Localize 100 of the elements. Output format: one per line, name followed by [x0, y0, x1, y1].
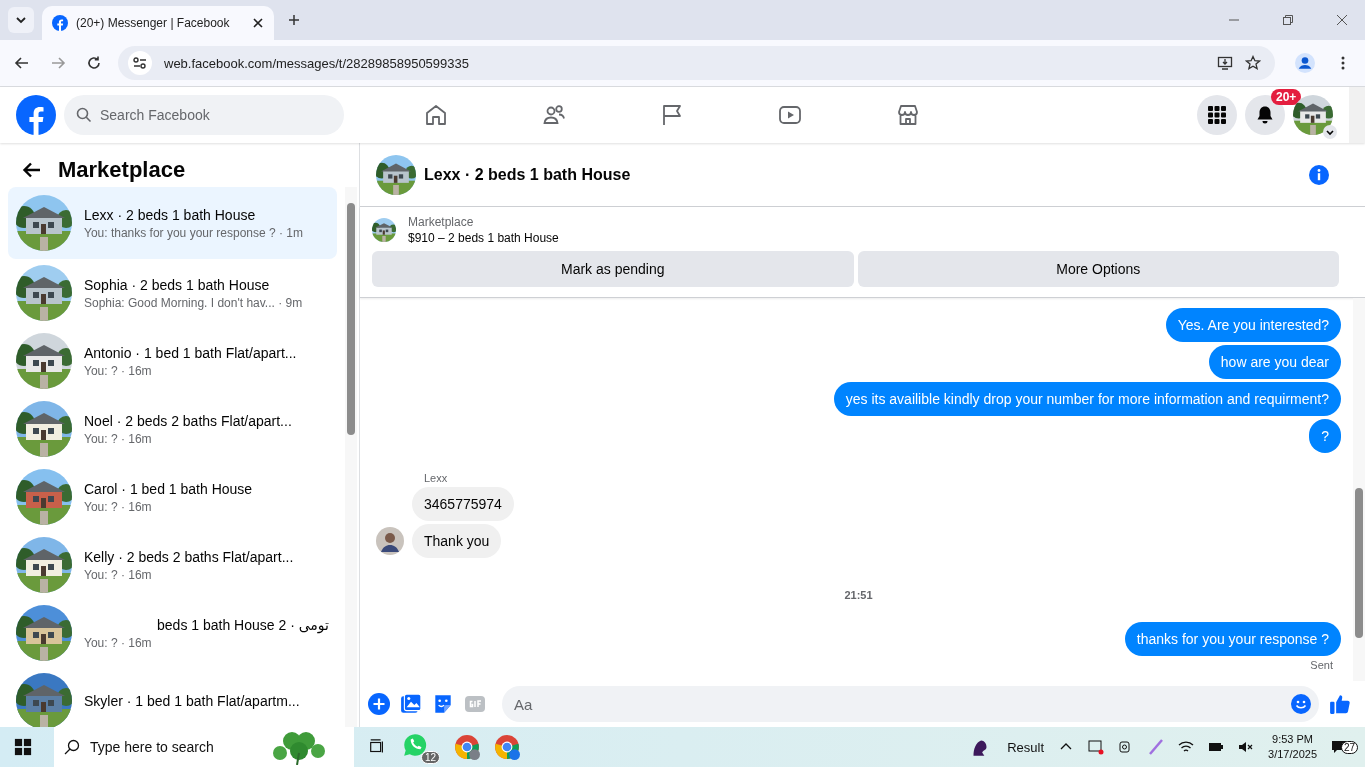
sent-message: yes its availible kindly drop your number for more information and requirment?	[833, 382, 1341, 416]
conversation-item[interactable]: Noel · 2 beds 2 baths Flat/apart... You: ? · 16m	[8, 395, 337, 463]
conversation-item[interactable]: Lexx · 2 beds 1 bath House You: thanks for you your response ? · 1m	[8, 187, 337, 259]
notification-center[interactable]: 27	[1331, 739, 1359, 755]
delivery-status: Sent	[1310, 659, 1333, 671]
search-placeholder: Search Facebook	[100, 107, 210, 123]
flag-icon[interactable]	[660, 103, 684, 127]
conversation-item[interactable]: Sophia · 2 beds 1 bath House Sophia: Good Morning. I don't hav... · 9m	[8, 259, 337, 327]
conversation-title: تومی · 2 beds 1 bath House	[156, 616, 329, 633]
notification-count: 27	[1341, 741, 1359, 754]
emoji-icon[interactable]	[1291, 694, 1311, 714]
close-icon[interactable]	[252, 17, 264, 29]
back-arrow-icon[interactable]	[22, 160, 42, 180]
chevron-down-icon	[15, 14, 27, 26]
add-icon[interactable]	[368, 693, 390, 715]
browser-tab[interactable]: (20+) Messenger | Facebook	[42, 6, 274, 40]
bookmark-star-icon[interactable]	[1245, 55, 1261, 71]
sent-message: Yes. Are you interested?	[1165, 308, 1341, 342]
sent-message: how are you dear	[1208, 345, 1341, 379]
message-input[interactable]: Aa	[502, 686, 1319, 722]
notification-badge: 20+	[1271, 89, 1302, 105]
conversation-item[interactable]: Carol · 1 bed 1 bath House You: ? · 16m	[8, 463, 337, 531]
new-tab-icon[interactable]	[288, 14, 300, 26]
message-preview: You: ? · 16m	[84, 363, 153, 378]
taskbar-search-field[interactable]: Type here to search	[54, 727, 354, 767]
sent-message: ?	[1309, 419, 1341, 453]
message-preview: You: ? · 16m	[84, 567, 153, 582]
tab-list-button[interactable]	[8, 7, 34, 33]
scrollbar-thumb[interactable]	[1355, 488, 1363, 638]
unread-badge: 12	[420, 751, 440, 764]
clock[interactable]: 9:53 PM 3/17/2025	[1268, 732, 1317, 762]
browser-app-icon[interactable]	[454, 734, 480, 760]
timestamp: 21:51	[843, 589, 874, 601]
bell-icon	[1255, 105, 1275, 125]
sender-name: Lexx	[424, 472, 449, 484]
message-preview: You: ? · 16m	[84, 635, 153, 650]
restore-icon[interactable]	[1282, 14, 1294, 26]
grid-menu-icon	[1207, 105, 1227, 125]
search-placeholder: Type here to search	[90, 739, 215, 755]
conversation-title: Noel · 2 beds 2 baths Flat/apart...	[84, 412, 293, 429]
sent-message: thanks for you your response ?	[1124, 622, 1341, 656]
install-app-icon[interactable]	[1217, 55, 1233, 71]
action-button[interactable]: More Options	[857, 251, 1339, 287]
scrollbar[interactable]	[345, 187, 357, 727]
url-text: web.facebook.com/messages/t/28289858950599335	[164, 55, 469, 71]
message-preview: You: ? · 16m	[84, 499, 153, 514]
profile-icon[interactable]	[1295, 53, 1315, 73]
received-message: 3465775974	[412, 487, 514, 521]
facebook-logo-icon	[52, 15, 68, 31]
menu-button[interactable]	[1197, 95, 1237, 135]
photo-icon[interactable]	[400, 693, 422, 715]
home-icon[interactable]	[424, 103, 448, 127]
conversation-item[interactable]: Kelly · 2 beds 2 baths Flat/apart... You: ? · 16m	[8, 531, 337, 599]
video-icon[interactable]	[778, 103, 802, 127]
muted-speaker-icon[interactable]	[1238, 739, 1255, 755]
conversation-title: Carol · 1 bed 1 bath House	[84, 480, 254, 497]
marketplace-icon[interactable]	[896, 103, 920, 127]
facebook-logo-icon[interactable]	[16, 95, 56, 135]
forward-icon[interactable]	[50, 55, 66, 71]
received-message: Thank you	[412, 524, 502, 558]
conversation-title: Lexx · 2 beds 1 bath House	[84, 206, 257, 223]
thumbs-up-icon[interactable]	[1329, 693, 1351, 715]
conversation-item[interactable]: Antonio · 1 bed 1 bath Flat/apart... You: ? · 16m	[8, 327, 337, 395]
chat-title: Lexx · 2 beds 1 bath House	[424, 165, 631, 184]
info-icon[interactable]	[1309, 164, 1329, 185]
scrollbar[interactable]	[1349, 87, 1365, 143]
conversation-title: Antonio · 1 bed 1 bath Flat/apart...	[84, 344, 298, 361]
message-preview: Sophia: Good Morning. I don't hav... · 9m	[84, 295, 304, 310]
conversation-title: Skyler · 1 bed 1 bath Flat/apartm...	[84, 693, 301, 709]
message-placeholder: Aa	[514, 695, 534, 713]
message-preview: You: thanks for you your response ? · 1m	[84, 225, 304, 240]
message-preview: You: ? · 16m	[84, 431, 153, 446]
conversation-title: Sophia · 2 beds 1 bath House	[84, 276, 271, 293]
clock-time: 9:53 PM	[1272, 732, 1313, 747]
listing-title: $910 – 2 beds 1 bath House	[408, 231, 559, 245]
scrollbar-thumb[interactable]	[347, 203, 355, 435]
tab-title: (20+) Messenger | Facebook	[76, 16, 231, 30]
browser-app-icon[interactable]	[494, 734, 520, 760]
back-icon[interactable]	[14, 55, 30, 71]
windows-start-icon[interactable]	[14, 738, 32, 756]
listing-label: Marketplace	[408, 215, 475, 229]
conversation-item[interactable]: Skyler · 1 bed 1 bath Flat/apartm...	[8, 667, 337, 727]
action-button[interactable]: Mark as pending	[372, 251, 854, 287]
address-bar[interactable]: web.facebook.com/messages/t/28289858950599335	[118, 46, 1275, 80]
search-field[interactable]: Search Facebook	[64, 95, 344, 135]
search-icon	[76, 107, 92, 123]
pen-icon[interactable]	[1148, 739, 1165, 755]
site-settings-icon[interactable]	[128, 51, 152, 75]
weather-widget-text[interactable]: Result	[1007, 739, 1045, 755]
conversation-title: Kelly · 2 beds 2 baths Flat/apart...	[84, 548, 295, 565]
friends-icon[interactable]	[542, 103, 566, 127]
account-menu-icon[interactable]	[1323, 125, 1337, 139]
scrollbar[interactable]	[1353, 298, 1365, 681]
sticker-icon[interactable]	[432, 693, 454, 715]
sidebar-title: Marketplace	[58, 157, 186, 183]
clock-date: 3/17/2025	[1268, 747, 1317, 762]
search-icon	[64, 739, 80, 755]
screen-icon[interactable]	[1088, 739, 1105, 755]
reload-icon[interactable]	[86, 55, 102, 71]
whatsapp-app[interactable]: 12	[400, 730, 440, 764]
